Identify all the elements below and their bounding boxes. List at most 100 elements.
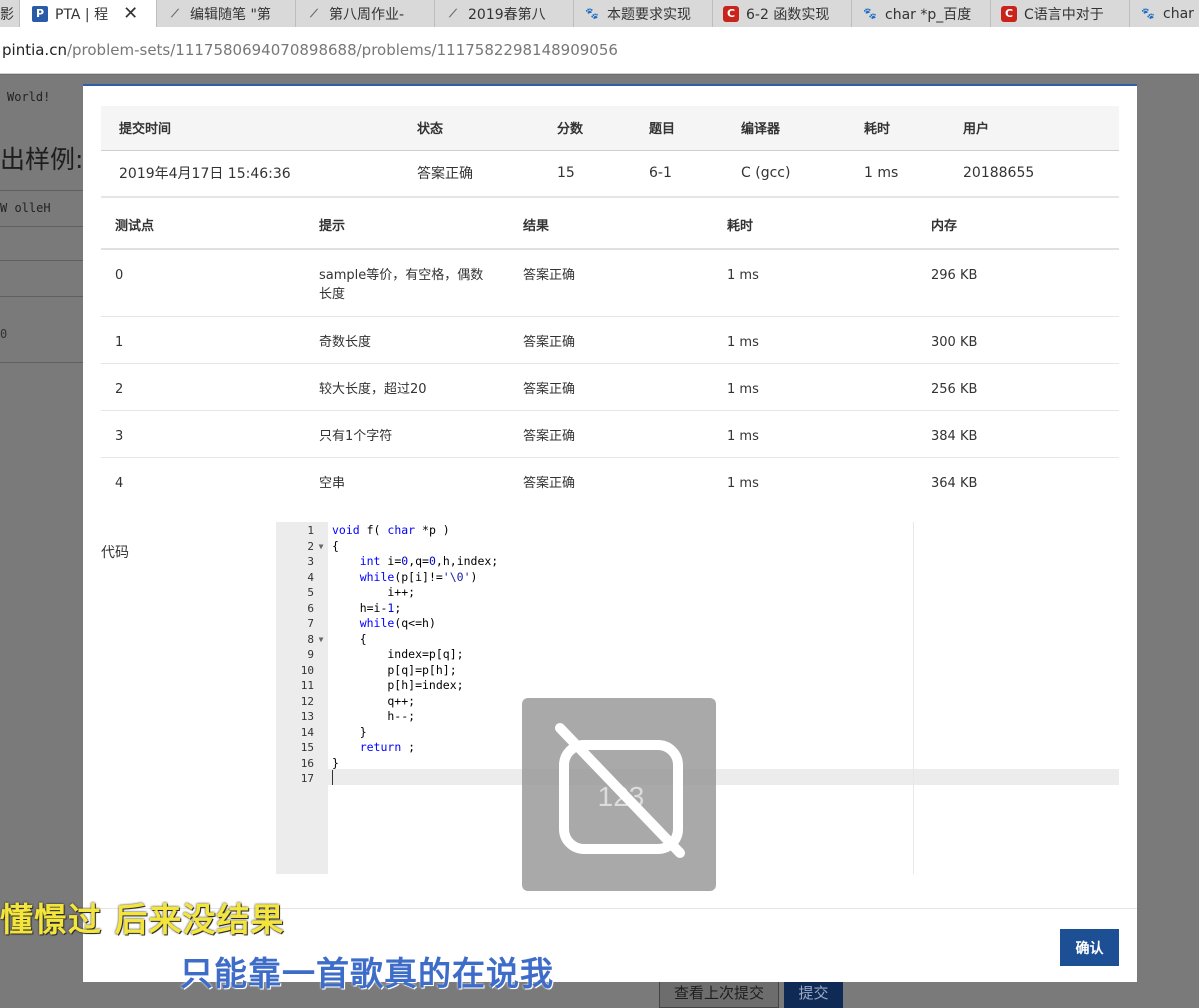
code-line: return ; xyxy=(359,740,416,754)
code-line: while(q<=h) xyxy=(359,616,436,630)
bg-divider xyxy=(0,226,83,227)
csdn-icon: C xyxy=(723,5,739,22)
line-number: 7 xyxy=(276,616,328,632)
status-badge: 答案正确 xyxy=(417,150,557,198)
tab-baidu-2[interactable]: 🐾 char *p_百度 xyxy=(852,0,991,27)
close-icon[interactable]: ✕ xyxy=(123,3,138,24)
tab-label: char xyxy=(1163,5,1194,22)
line-number: 10 xyxy=(276,663,328,679)
submit-time: 2019年4月17日 15:46:36 xyxy=(101,150,417,198)
col-result: 结果 xyxy=(509,200,713,250)
code-line: h=i-1; xyxy=(332,600,402,615)
line-number-text: 6 xyxy=(307,601,314,615)
line-number-text: 5 xyxy=(307,586,314,600)
test-header-row: 测试点 提示 结果 耗时 内存 xyxy=(101,200,1119,250)
test-memory: 300 KB xyxy=(917,316,1119,364)
line-number-text: 8 xyxy=(307,632,314,646)
tab-label: 6-2 函数实现 xyxy=(746,6,830,23)
test-hint: sample等价，有空格，偶数长度 xyxy=(305,249,509,317)
user-id: 20188655 xyxy=(963,150,1119,198)
tab-pta[interactable]: P PTA | 程 ✕ xyxy=(20,0,157,27)
table-row: 3 只有1个字符 答案正确 1 ms 384 KB xyxy=(101,410,1119,458)
feather-icon: ⟋ xyxy=(310,7,318,20)
test-memory: 384 KB xyxy=(917,410,1119,458)
test-time: 1 ms xyxy=(727,475,759,491)
code-line: } xyxy=(332,724,367,739)
paw-icon: 🐾 xyxy=(1141,7,1155,20)
test-memory: 364 KB xyxy=(931,475,978,491)
table-row: 1 奇数长度 答案正确 1 ms 300 KB xyxy=(101,316,1119,364)
fold-toggle-icon[interactable]: ▼ xyxy=(314,635,328,644)
test-time: 1 ms xyxy=(713,316,917,364)
line-number-text: 2 xyxy=(307,539,314,553)
line-number-text: 12 xyxy=(300,694,314,708)
col-hint: 提示 xyxy=(305,200,509,250)
line-number: 9 xyxy=(276,647,328,663)
url-host: pintia.cn xyxy=(2,41,67,59)
feather-icon: ⟋ xyxy=(171,7,179,20)
tab-csdn-1[interactable]: C 6-2 函数实现 xyxy=(713,0,852,27)
tab-baidu-1[interactable]: 🐾 本题要求实现 xyxy=(574,0,713,27)
submission-row: 2019年4月17日 15:46:36 答案正确 15 6-1 C (gcc) … xyxy=(101,150,1119,198)
tab-csdn-2[interactable]: C C语言中对于 xyxy=(991,0,1130,27)
pta-icon: P xyxy=(32,5,48,22)
bg-divider xyxy=(0,296,83,297)
code-line: } xyxy=(332,755,339,770)
tab-label: C语言中对于 xyxy=(1024,6,1104,23)
tab-partial[interactable]: 影 xyxy=(0,0,20,27)
bg-divider xyxy=(0,362,83,363)
lyric-line-2: 只能靠一首歌真的在说我 xyxy=(180,954,554,993)
active-line-highlight xyxy=(328,769,1119,785)
test-id: 2 xyxy=(101,363,305,411)
text-cursor xyxy=(332,770,333,785)
tab-blog-edit[interactable]: ⟋ 编辑随笔 "第 xyxy=(157,0,296,27)
test-id: 0 xyxy=(101,249,305,317)
tab-label: 第八周作业- xyxy=(329,6,405,23)
tab-label: PTA | 程 xyxy=(55,6,109,23)
line-number-text: 1 xyxy=(307,524,314,538)
bg-heading: 出样例: xyxy=(0,145,84,174)
col-memory: 内存 xyxy=(917,200,1119,250)
tab-2019-spring[interactable]: ⟋ 2019春第八 xyxy=(435,0,574,27)
tab-label: char *p_百度 xyxy=(885,6,972,23)
compiler: C (gcc) xyxy=(741,150,864,198)
col-problem: 题目 xyxy=(649,106,741,151)
col-user: 用户 xyxy=(963,106,1119,151)
line-number: 2 ▼ xyxy=(276,539,328,555)
bg-digit: 0 xyxy=(0,327,8,341)
line-number-text: 3 xyxy=(307,555,314,569)
line-number: 13 xyxy=(276,709,328,725)
line-number-text: 4 xyxy=(307,570,314,584)
confirm-button[interactable]: 确认 xyxy=(1060,929,1119,966)
line-number-text: 10 xyxy=(300,663,314,677)
code-line: p[h]=index; xyxy=(332,678,464,692)
col-submit-time: 提交时间 xyxy=(101,106,417,151)
duration: 1 ms xyxy=(864,150,963,198)
submission-table: 提交时间 状态 分数 题目 编译器 耗时 用户 2019年4月17日 15:46… xyxy=(101,106,1119,198)
col-status: 状态 xyxy=(417,106,557,151)
code-line: p[q]=p[h]; xyxy=(332,662,457,677)
paw-icon: 🐾 xyxy=(585,7,599,20)
csdn-icon: C xyxy=(1001,5,1017,22)
address-bar[interactable]: pintia.cn/problem-sets/11175806940708986… xyxy=(0,27,1199,74)
bg-divider xyxy=(0,190,83,191)
tab-label: 2019春第八 xyxy=(468,6,546,23)
test-memory: 296 KB xyxy=(917,249,1119,317)
test-result: 答案正确 xyxy=(509,363,713,411)
code-line: i++; xyxy=(332,585,416,599)
fold-toggle-icon[interactable]: ▼ xyxy=(314,542,328,551)
bg-divider xyxy=(0,260,83,261)
test-hint: 只有1个字符 xyxy=(305,410,509,458)
line-number-text: 17 xyxy=(300,772,314,786)
line-number: 12 xyxy=(276,694,328,710)
line-number: 3 xyxy=(276,554,328,570)
table-row: 4 空串 答案正确 1 ms 364 KB xyxy=(101,457,1119,504)
test-time: 1 ms xyxy=(713,249,917,317)
no-number-keyboard-icon[interactable]: 123 xyxy=(522,698,716,891)
tab-baidu-3[interactable]: 🐾 char xyxy=(1130,0,1199,27)
line-number-text: 9 xyxy=(307,648,314,662)
code-line: void f( char *p ) xyxy=(332,523,450,537)
problem-link[interactable]: 6-1 xyxy=(649,150,741,198)
tab-week8-homework[interactable]: ⟋ 第八周作业- xyxy=(296,0,435,27)
test-result: 答案正确 xyxy=(509,249,713,317)
